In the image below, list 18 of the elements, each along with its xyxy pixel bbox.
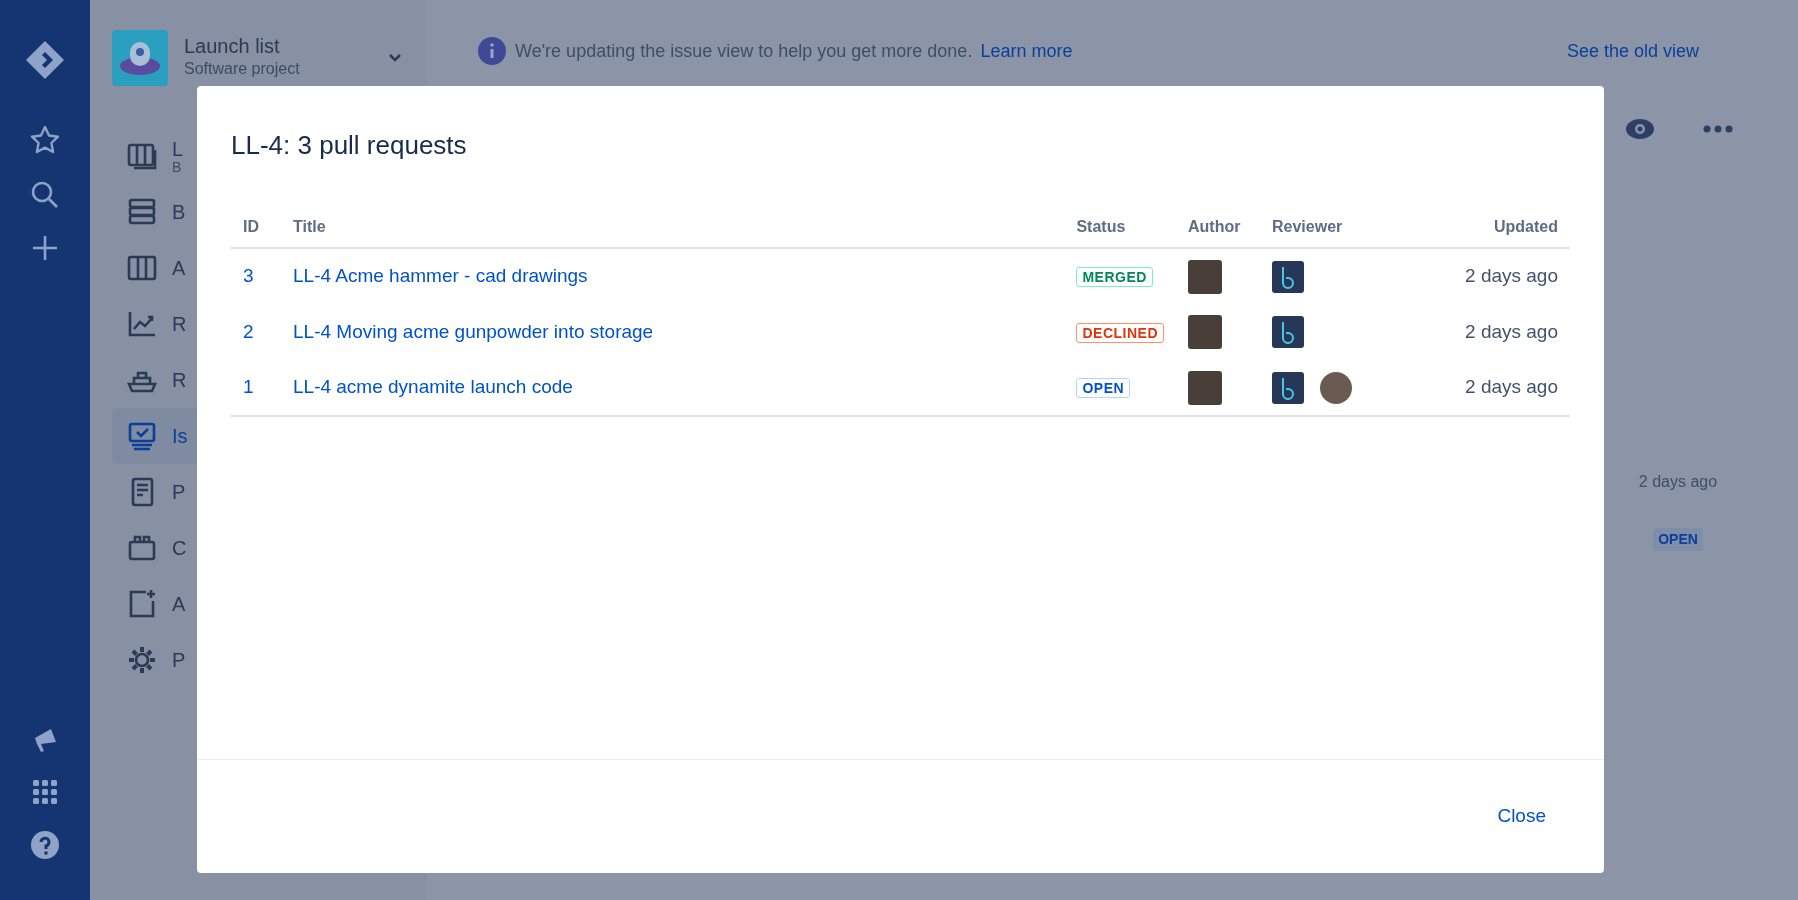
column-header: ID — [231, 207, 281, 248]
updated-time: 2 days ago — [1464, 319, 1559, 344]
column-header: Author — [1176, 207, 1260, 248]
column-header: Reviewer — [1260, 207, 1420, 248]
status-lozenge: OPEN — [1653, 528, 1703, 551]
updated-time: 2 days ago — [1638, 472, 1718, 492]
column-header: Title — [281, 207, 1065, 248]
status-lozenge: MERGED — [1076, 267, 1153, 288]
updated-time: 2 days ago — [1420, 360, 1570, 416]
updated-time: 2 days ago — [1420, 248, 1570, 304]
project-name: Launch list — [184, 35, 281, 57]
column-header: Updated — [1420, 207, 1570, 248]
banner-message: We're updating the issue view to help you get more done. — [515, 39, 973, 63]
column-header: Status — [1064, 207, 1176, 248]
status-lozenge: OPEN — [1076, 378, 1131, 399]
project-type: Software project — [184, 59, 301, 79]
status-lozenge: DECLINED — [1076, 322, 1164, 343]
dialog-title: LL-4: 3 pull requests — [230, 129, 468, 162]
